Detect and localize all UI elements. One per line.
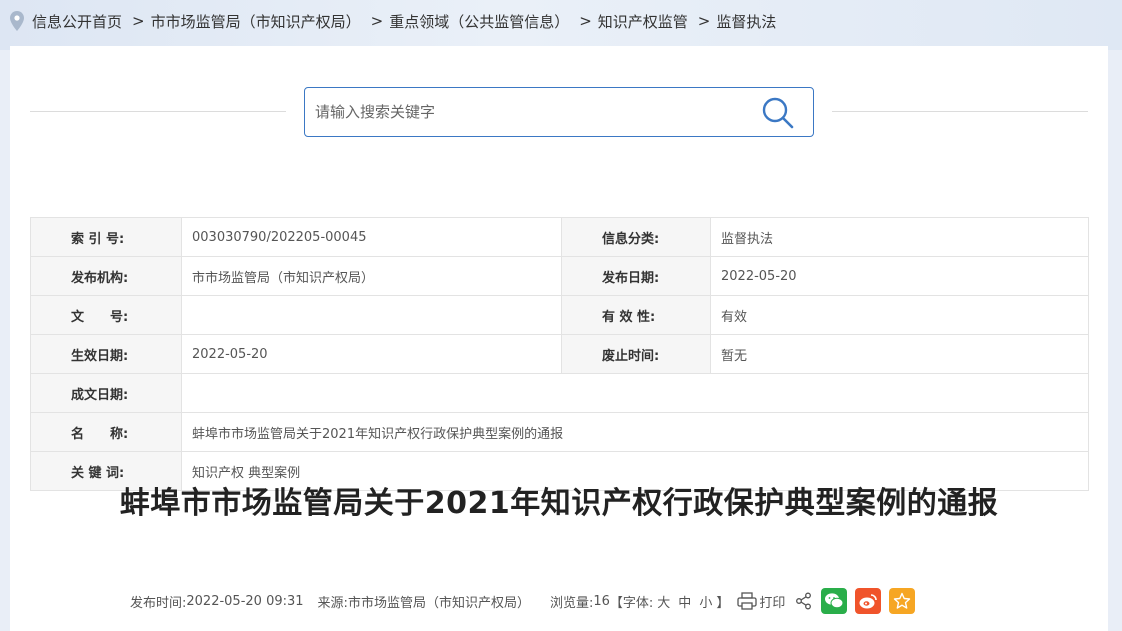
share-icon[interactable] [795,592,813,610]
font-size-open: 【字体: [609,595,654,611]
publish-time-label: 发布时间: [130,595,187,611]
search-input[interactable] [305,88,745,136]
breadcrumb-enforcement[interactable]: 监督执法 [716,11,776,32]
breadcrumb-bureau[interactable]: 市市场监管局（市知识产权局） [151,11,361,32]
validity-label: 有 效 性: [561,295,711,335]
favorite-button[interactable] [889,588,916,614]
effective-date-value: 2022-05-20 [181,334,562,374]
name-value: 蚌埠市市场监管局关于2021年知识产权行政保护典型案例的通报 [181,412,1089,452]
publisher-value: 市市场监管局（市知识产权局） [181,256,562,296]
article-info-bar: 发布时间: 2022-05-20 09:31 来源: 市市场监管局（市知识产权局… [130,586,916,616]
written-date-label: 成文日期: [30,373,182,413]
font-size-large-button[interactable]: 大 [657,592,670,611]
weibo-icon [859,594,878,609]
written-date-value [181,373,1089,413]
index-number-value: 003030790/202205-00045 [181,217,562,257]
views-value: 16 [593,593,610,609]
table-row: 名 称: 蚌埠市市场监管局关于2021年知识产权行政保护典型案例的通报 [30,412,1089,452]
content-panel: 索 引 号: 003030790/202205-00045 信息分类: 监督执法… [10,46,1108,631]
breadcrumb-home[interactable]: 信息公开首页 [32,11,122,32]
location-pin-icon [10,11,24,31]
search-divider-left [30,111,286,112]
print-label: 打印 [759,595,786,611]
metadata-table: 索 引 号: 003030790/202205-00045 信息分类: 监督执法… [30,217,1089,491]
validity-value: 有效 [710,295,1089,335]
publish-time-value: 2022-05-20 09:31 [186,593,304,609]
index-number-label: 索 引 号: [30,217,182,257]
breadcrumb-key-areas[interactable]: 重点领域（公共监管信息） [389,11,569,32]
table-row: 发布机构: 市市场监管局（市知识产权局） 发布日期: 2022-05-20 [30,256,1089,296]
breadcrumb-separator: > [132,12,145,30]
document-number-label: 文 号: [30,295,182,335]
font-size-medium-button[interactable]: 中 [678,592,691,611]
abolish-time-label: 废止时间: [561,334,711,374]
effective-date-label: 生效日期: [30,334,182,374]
source-value: 市市场监管局（市知识产权局） [347,595,530,611]
printer-icon [737,592,757,610]
name-label: 名 称: [30,412,182,452]
category-value: 监督执法 [710,217,1089,257]
abolish-time-value: 暂无 [710,334,1089,374]
breadcrumb: 信息公开首页 > 市市场监管局（市知识产权局） > 重点领域（公共监管信息） >… [10,9,776,33]
search-box [304,87,814,137]
publisher-label: 发布机构: [30,256,182,296]
font-size-small-button[interactable]: 小 [699,592,712,611]
font-size-close: 】 [716,595,730,611]
document-number-value [181,295,562,335]
breadcrumb-ip-supervision[interactable]: 知识产权监管 [598,11,688,32]
table-row: 生效日期: 2022-05-20 废止时间: 暂无 [30,334,1089,374]
source-label: 来源: [317,595,348,611]
publish-date-label: 发布日期: [561,256,711,296]
category-label: 信息分类: [561,217,711,257]
table-row: 成文日期: [30,373,1089,413]
wechat-share-button[interactable] [821,588,848,614]
search-icon[interactable] [761,96,795,130]
search-divider-right [832,111,1088,112]
table-row: 索 引 号: 003030790/202205-00045 信息分类: 监督执法 [30,217,1089,257]
views-label: 浏览量: [549,595,594,611]
table-row: 文 号: 有 效 性: 有效 [30,295,1089,335]
breadcrumb-separator: > [579,12,592,30]
article-title: 蚌埠市市场监管局关于2021年知识产权行政保护典型案例的通报 [119,486,999,521]
weibo-share-button[interactable] [855,588,882,614]
print-button[interactable]: 打印 [737,592,785,611]
wechat-icon [825,593,844,609]
breadcrumb-separator: > [697,12,711,30]
star-icon [894,592,911,609]
publish-date-value: 2022-05-20 [710,256,1089,296]
breadcrumb-separator: > [370,12,384,30]
